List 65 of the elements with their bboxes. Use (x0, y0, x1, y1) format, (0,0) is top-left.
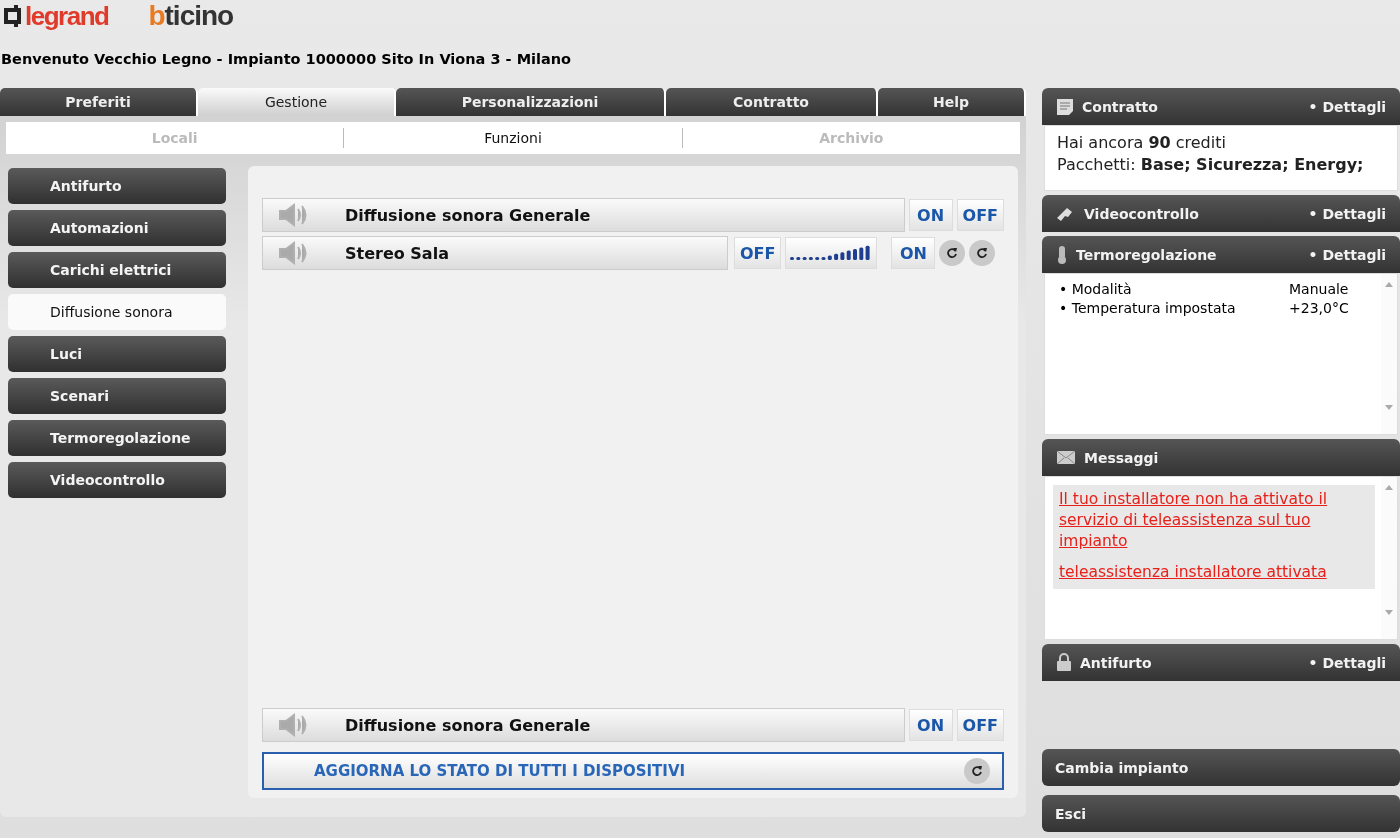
details-link[interactable]: • Dettagli (1308, 654, 1386, 671)
refresh-button[interactable] (969, 240, 996, 266)
legrand-logo: legrand (25, 0, 109, 32)
sidebar-item[interactable]: Termoregolazione (8, 420, 226, 456)
document-icon (1056, 97, 1074, 116)
scrollbar[interactable] (1381, 477, 1397, 639)
message-link[interactable]: Il tuo installatore non ha attivato il servizio di teleassistenza sul tuo impianto (1059, 489, 1369, 552)
sidebar-item[interactable]: Automazioni (8, 210, 226, 246)
details-link[interactable]: • Dettagli (1308, 205, 1386, 222)
sidebar-item[interactable]: Luci (8, 336, 226, 372)
switch-button[interactable]: OFF (956, 199, 1004, 231)
widget-title: Messaggi (1084, 449, 1160, 466)
details-link[interactable]: • Dettagli (1308, 246, 1386, 263)
sub-tab[interactable]: Funzioni (343, 128, 682, 148)
scrollbar[interactable] (1381, 274, 1397, 434)
action-button[interactable]: Cambia impianto (1042, 749, 1400, 786)
scroll-up-icon[interactable] (1385, 282, 1393, 287)
refresh-icon (976, 247, 989, 259)
scroll-up-icon[interactable] (1385, 485, 1393, 490)
switch-button[interactable]: ON (908, 709, 953, 741)
refresh-button[interactable] (964, 758, 990, 784)
contract-line: Hai ancora 90 crediti (1057, 132, 1227, 154)
setting-label: • Temperatura impostata (1059, 299, 1237, 318)
nav-tab[interactable]: Gestione (198, 88, 396, 116)
thermometer-icon (1056, 244, 1068, 265)
contract-line: Pacchetti: Base; Sicurezza; Energy; (1057, 154, 1365, 176)
switch-button[interactable]: OFF (734, 237, 782, 269)
setting-label: • Modalità (1059, 280, 1133, 299)
nav-tab[interactable]: Help (878, 88, 1026, 116)
device-name: Diffusione sonora Generale (345, 205, 591, 225)
widget-title: Termoregolazione (1076, 246, 1218, 263)
bticino-logo: bticino (148, 0, 234, 32)
switch-button[interactable]: ON (891, 237, 936, 269)
envelope-icon (1056, 450, 1076, 465)
nav-tab[interactable]: Contratto (666, 88, 878, 116)
volume-control[interactable] (785, 237, 878, 269)
setting-value: +23,0°C (1289, 299, 1349, 318)
widget-title: Videocontrollo (1084, 205, 1200, 222)
switch-button[interactable]: OFF (956, 709, 1004, 741)
widget-title: Contratto (1082, 98, 1159, 115)
volume-scale-icon (790, 245, 873, 261)
nav-tab[interactable]: Preferiti (0, 88, 198, 116)
sidebar-item[interactable]: Carichi elettrici (8, 252, 226, 288)
switch-button[interactable]: ON (908, 199, 953, 231)
scroll-down-icon[interactable] (1385, 405, 1393, 410)
sidebar-item[interactable]: Videocontrollo (8, 462, 226, 498)
refresh-icon (971, 765, 983, 777)
scroll-down-icon[interactable] (1385, 610, 1393, 615)
logo-mark-icon (2, 5, 22, 27)
sidebar-item[interactable]: Antifurto (8, 168, 226, 204)
nav-tab[interactable]: Personalizzazioni (396, 88, 666, 116)
message-link[interactable]: teleassistenza installatore attivata (1059, 562, 1369, 583)
widget-title: Antifurto (1080, 654, 1153, 671)
welcome-text: Benvenuto Vecchio Legno - Impianto 1000000 Sito In Viona 3 - Milano (1, 50, 572, 68)
setting-value: Manuale (1289, 280, 1349, 299)
details-link[interactable]: • Dettagli (1308, 98, 1386, 115)
refresh-all-link[interactable]: AGGIORNA LO STATO DI TUTTI I DISPOSITIVI (314, 762, 686, 780)
sidebar-item[interactable]: Scenari (8, 378, 226, 414)
action-button[interactable]: Esci (1042, 795, 1400, 832)
refresh-icon (946, 247, 959, 259)
sidebar-item[interactable]: Diffusione sonora (8, 294, 226, 330)
device-name: Stereo Sala (345, 243, 449, 263)
refresh-button[interactable] (939, 240, 966, 266)
device-name: Diffusione sonora Generale (345, 715, 591, 735)
lock-icon (1056, 653, 1072, 672)
